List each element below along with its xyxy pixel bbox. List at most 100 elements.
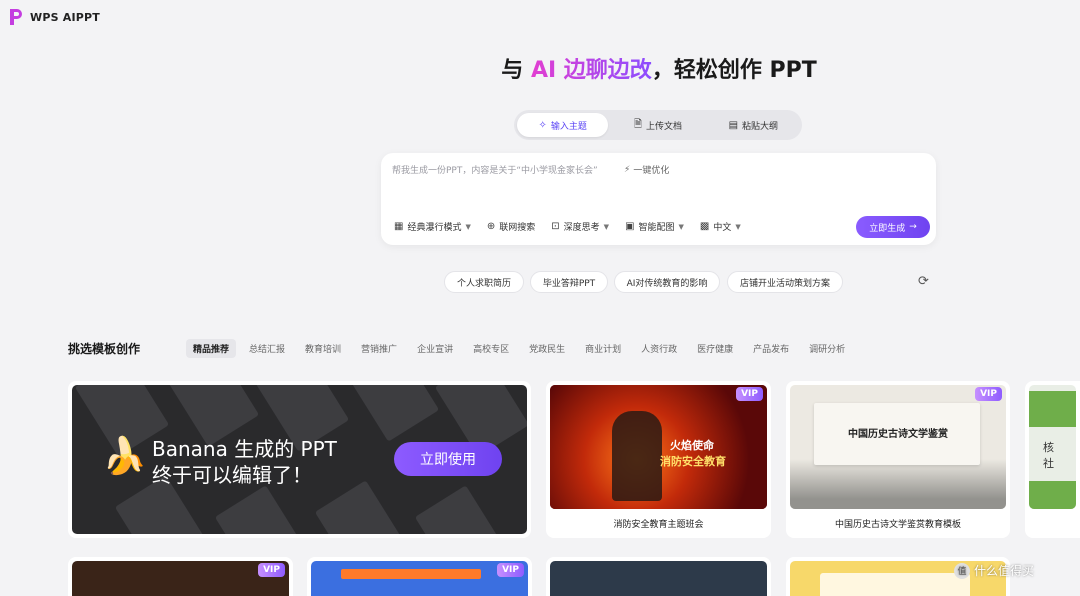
tab-category[interactable]: 企业宣讲 [410,339,460,358]
tab-label: 粘贴大纲 [742,121,779,132]
layout-icon: ▦ [394,221,404,232]
document-icon: 🗎 [633,118,642,130]
wand-icon: ⚡ [624,164,631,175]
template-thumbnail: VIP [311,561,528,596]
slide-preview [820,573,970,596]
banner-background: 🍌 Banana 生成的 PPT 终于可以编辑了！ 立即使用 [72,385,527,534]
option-label: 智能配图 [638,223,675,233]
tab-category[interactable]: 产品发布 [746,339,796,358]
suggestion-chip[interactable]: 店铺开业活动策划方案 [727,271,843,293]
chevron-down-icon: ▼ [678,222,684,231]
tab-upload-doc[interactable]: 🗎 上传文档 [612,113,703,137]
banner-headline: Banana 生成的 PPT [152,437,337,461]
watermark-badge-icon: 值 [954,562,970,579]
template-thumbnail: 中国历史古诗文学鉴赏 VIP [790,385,1006,509]
thumb-banner [1029,391,1076,427]
watermark: 值 什么值得买 [954,562,1034,579]
generate-button[interactable]: 立即生成 → [856,216,930,238]
template-thumbnail: VIP [72,561,289,596]
smart-image-select[interactable]: ▣ 智能配图 ▼ [625,220,684,233]
arrow-right-icon: → [909,222,917,232]
optimize-label: 一键优化 [633,166,670,176]
globe-icon: ⊕ [486,221,496,232]
tab-input-topic[interactable]: ✧ 输入主题 [517,113,609,137]
banner-tile [314,480,410,534]
tab-category[interactable]: 营销推广 [354,339,404,358]
sparkle-icon: ✧ [538,119,547,131]
tab-category[interactable]: 精品推荐 [186,339,237,358]
outline-icon: ▤ [728,119,739,131]
banner-subline: 终于可以编辑了！ [152,463,312,487]
thumb-text: 核 [1043,441,1054,454]
tab-category[interactable]: 高校专区 [466,339,516,358]
template-card[interactable]: 中国历史古诗文学鉴赏 VIP 中国历史古诗文学鉴赏教育模板 [786,381,1010,538]
chevron-down-icon: ▼ [465,222,471,231]
banana-banner[interactable]: 🍌 Banana 生成的 PPT 终于可以编辑了！ 立即使用 [68,381,531,538]
tab-label: 输入主题 [550,121,587,132]
template-card[interactable]: VIP [68,557,293,596]
template-thumbnail: 核 社 [1029,385,1076,509]
mode-select[interactable]: ▦ 经典瀑行模式 ▼ [394,220,471,233]
options-row: ▦ 经典瀑行模式 ▼ ⊕ 联网搜索 ⊡ 深度思考 ▼ ▣ 智能配图 ▼ ▩ 中文… [394,220,741,233]
template-card[interactable]: 核 社 [1025,381,1080,538]
template-card[interactable] [546,557,771,596]
tab-category[interactable]: 商业计划 [578,339,628,358]
option-label: 深度思考 [563,223,600,233]
mode-tabs: ✧ 输入主题 🗎 上传文档 ▤ 粘贴大纲 [514,110,802,140]
vip-badge: VIP [497,563,524,577]
tab-paste-outline[interactable]: ▤ 粘贴大纲 [708,113,799,137]
web-search-toggle[interactable]: ⊕ 联网搜索 [487,220,535,233]
option-label: 经典瀑行模式 [407,223,462,233]
template-card[interactable]: 火焰使命 消防安全教育 VIP 消防安全教育主题班会 [546,381,771,538]
hero-suffix: ，轻松创作 PPT [651,58,817,83]
deep-think-select[interactable]: ⊡ 深度思考 ▼ [551,220,609,233]
option-label: 中文 [713,223,732,233]
generate-label: 立即生成 [869,223,906,234]
thumb-footer [1029,481,1076,509]
wps-logo-icon [8,8,24,26]
section-title: 挑选模板创作 [68,342,141,356]
hero-prefix: 与 [501,58,531,83]
template-thumbnail: 火焰使命 消防安全教育 VIP [550,385,767,509]
tab-category[interactable]: 调研分析 [802,339,852,358]
vip-badge: VIP [975,387,1002,401]
thumb-subtitle: 消防安全教育 [660,455,726,468]
language-select[interactable]: ▩ 中文 ▼ [700,220,741,233]
suggestion-chip[interactable]: 毕业答辩PPT [530,271,608,293]
chevron-down-icon: ▼ [735,222,741,231]
template-title: 消防安全教育主题班会 [613,520,704,530]
tab-category[interactable]: 党政民生 [522,339,572,358]
suggestion-chip[interactable]: AI对传统教育的影响 [614,271,720,293]
tab-category[interactable]: 总结汇报 [242,339,292,358]
tab-category[interactable]: 医疗健康 [690,339,740,358]
category-tabs: 精品推荐 总结汇报 教育培训 营销推广 企业宣讲 高校专区 党政民生 商业计划 … [186,339,858,358]
option-label: 联网搜索 [499,223,536,233]
template-title: 中国历史古诗文学鉴赏教育模板 [834,520,961,530]
use-now-button[interactable]: 立即使用 [394,442,502,476]
tab-label: 上传文档 [646,121,683,132]
hero-accent: AI 边聊边改 [530,58,652,83]
suggestion-chip[interactable]: 个人求职简历 [444,271,524,293]
brand[interactable]: WPS AIPPT [8,8,100,26]
refresh-icon[interactable]: ⟳ [918,274,929,289]
brain-icon: ⊡ [551,221,560,232]
vip-badge: VIP [258,563,285,577]
tab-category[interactable]: 教育培训 [298,339,348,358]
chevron-down-icon: ▼ [603,222,610,231]
banner-tile [344,385,440,442]
image-icon: ▣ [625,221,635,232]
banner-tile [214,485,310,534]
watermark-text: 什么值得买 [974,564,1035,578]
language-icon: ▩ [699,221,710,232]
tab-category[interactable]: 人资行政 [634,339,684,358]
template-thumbnail [550,561,767,596]
optimize-button[interactable]: ⚡ 一键优化 [624,163,670,177]
thumb-strip [341,569,481,579]
hero-title: 与 AI 边聊边改，轻松创作 PPT [0,52,1080,84]
template-card[interactable]: VIP [307,557,532,596]
vip-badge: VIP [736,387,763,401]
thumb-title: 中国历史古诗文学鉴赏 [848,429,948,440]
banner-tile [414,485,510,534]
thumb-title: 火焰使命 [670,439,714,452]
brand-name: WPS AIPPT [30,10,100,24]
